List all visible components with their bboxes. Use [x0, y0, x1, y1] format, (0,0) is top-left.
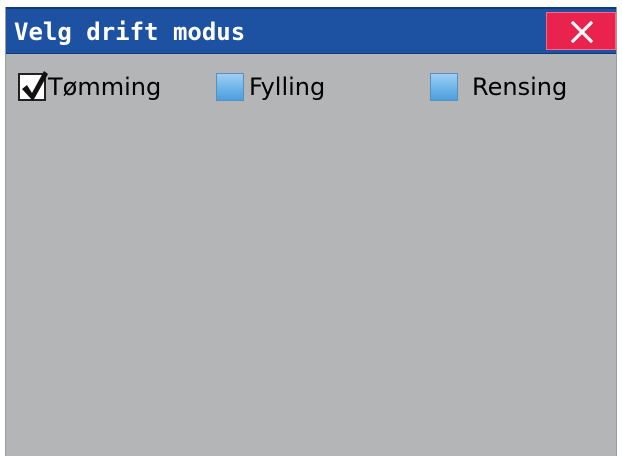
option-label-fylling: Fylling — [249, 73, 326, 101]
checkmark-icon — [22, 71, 48, 101]
option-tomming[interactable]: Tømming — [18, 67, 161, 107]
checkbox-fylling[interactable] — [216, 73, 244, 101]
dialog-title: Velg drift modus — [14, 18, 246, 46]
close-x-icon — [571, 21, 593, 43]
close-button[interactable] — [546, 12, 616, 50]
option-fylling[interactable]: Fylling — [216, 67, 325, 107]
title-bar: Velg drift modus — [6, 7, 616, 54]
checkbox-tomming[interactable] — [18, 71, 48, 101]
option-label-rensing: Rensing — [472, 73, 568, 101]
mode-select-dialog: Velg drift modus Tømming Fylling Rensing — [5, 7, 617, 456]
option-rensing[interactable]: Rensing — [430, 67, 567, 107]
option-label-tomming: Tømming — [48, 73, 162, 101]
checkbox-rensing[interactable] — [430, 73, 458, 101]
